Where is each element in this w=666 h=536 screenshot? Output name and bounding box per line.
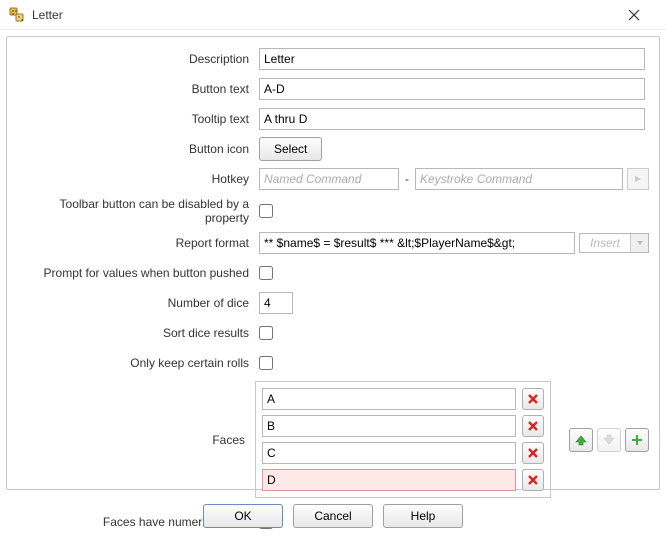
main-panel: Description Button text Tooltip text But… bbox=[6, 36, 660, 490]
delete-face-button[interactable] bbox=[522, 469, 544, 491]
hotkey-named-input[interactable] bbox=[259, 168, 399, 190]
chevron-down-icon bbox=[630, 234, 648, 252]
report-format-label: Report format bbox=[17, 236, 259, 250]
button-text-input[interactable] bbox=[259, 78, 645, 100]
number-dice-input[interactable] bbox=[259, 292, 293, 314]
delete-face-button[interactable] bbox=[522, 442, 544, 464]
title-bar: Letter bbox=[0, 0, 666, 30]
only-keep-checkbox[interactable] bbox=[259, 356, 273, 370]
tooltip-text-label: Tooltip text bbox=[17, 112, 259, 126]
report-format-input[interactable] bbox=[259, 232, 575, 254]
select-icon-button[interactable]: Select bbox=[259, 137, 322, 161]
hotkey-separator: - bbox=[403, 172, 411, 186]
face-input[interactable] bbox=[262, 442, 516, 464]
number-dice-label: Number of dice bbox=[17, 296, 259, 310]
cancel-button[interactable]: Cancel bbox=[293, 504, 373, 528]
hotkey-clear-button[interactable] bbox=[627, 168, 649, 190]
faces-label: Faces bbox=[17, 433, 255, 447]
insert-dropdown-button[interactable]: Insert bbox=[579, 233, 649, 253]
help-button[interactable]: Help bbox=[383, 504, 463, 528]
prompt-values-checkbox[interactable] bbox=[259, 266, 273, 280]
face-row bbox=[262, 388, 544, 410]
toolbar-disable-label: Toolbar button can be disabled by a prop… bbox=[17, 197, 259, 225]
prompt-values-label: Prompt for values when button pushed bbox=[17, 266, 259, 280]
description-label: Description bbox=[17, 52, 259, 66]
face-row bbox=[262, 469, 544, 491]
delete-face-button[interactable] bbox=[522, 415, 544, 437]
insert-label: Insert bbox=[580, 234, 630, 252]
window-title: Letter bbox=[32, 8, 628, 22]
face-input[interactable] bbox=[262, 388, 516, 410]
sort-results-label: Sort dice results bbox=[17, 326, 259, 340]
hotkey-keystroke-input[interactable] bbox=[415, 168, 623, 190]
close-button[interactable] bbox=[628, 9, 658, 21]
toolbar-disable-checkbox[interactable] bbox=[259, 204, 273, 218]
move-down-button[interactable] bbox=[597, 428, 621, 452]
faces-list bbox=[255, 381, 551, 498]
description-input[interactable] bbox=[259, 48, 645, 70]
face-row bbox=[262, 442, 544, 464]
app-icon bbox=[8, 6, 26, 24]
button-icon-label: Button icon bbox=[17, 142, 259, 156]
button-text-label: Button text bbox=[17, 82, 259, 96]
add-button[interactable] bbox=[625, 428, 649, 452]
delete-face-button[interactable] bbox=[522, 388, 544, 410]
hotkey-label: Hotkey bbox=[17, 172, 259, 186]
ok-button[interactable]: OK bbox=[203, 504, 283, 528]
sort-results-checkbox[interactable] bbox=[259, 326, 273, 340]
only-keep-label: Only keep certain rolls bbox=[17, 356, 259, 370]
face-input[interactable] bbox=[262, 469, 516, 491]
tooltip-text-input[interactable] bbox=[259, 108, 645, 130]
move-up-button[interactable] bbox=[569, 428, 593, 452]
face-row bbox=[262, 415, 544, 437]
face-input[interactable] bbox=[262, 415, 516, 437]
